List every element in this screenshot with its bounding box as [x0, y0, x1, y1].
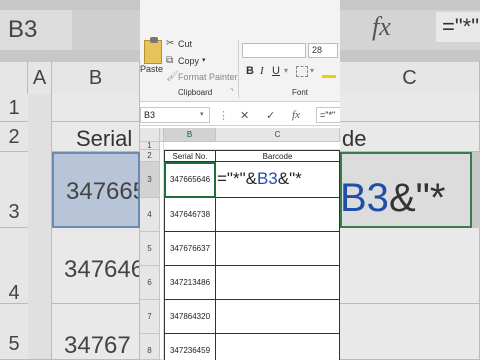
barcode-cell-c8[interactable] — [216, 334, 340, 360]
row-1-cells[interactable] — [164, 142, 340, 150]
bg-name-bar — [72, 10, 140, 50]
underline-button[interactable]: U — [272, 65, 280, 77]
barcode-cell-c5[interactable] — [216, 232, 340, 266]
serial-cell-b5[interactable]: 347676637 — [164, 232, 216, 266]
row-header-1[interactable]: 1 — [140, 142, 160, 150]
bg-row-4: 4 — [0, 228, 28, 304]
serial-cell-b8[interactable]: 347236459 — [164, 334, 216, 360]
barcode-cell-c3[interactable]: ="*"&B3&"* — [216, 162, 340, 198]
cut-button[interactable]: Cut — [178, 39, 192, 49]
formula-input[interactable]: ="*" — [316, 107, 340, 123]
serial-cell-b7[interactable]: 347864320 — [164, 300, 216, 334]
barcode-cell-c7[interactable] — [216, 300, 340, 334]
bg-formula-ref: B3 — [340, 176, 389, 220]
bg-row-3: 3 — [0, 152, 28, 228]
bold-button[interactable]: B — [246, 65, 254, 77]
bg-cell-b3: 347665 — [52, 152, 140, 228]
serial-cell-b6[interactable]: 347213486 — [164, 266, 216, 300]
font-size-box[interactable]: 28 — [308, 43, 338, 58]
bg-row-2: 2 — [0, 122, 28, 152]
more-options-icon[interactable]: ⋮ — [218, 109, 229, 122]
spreadsheet-grid: B C 1 2 3 4 5 6 7 8 Serial No. Barcode 3… — [140, 128, 340, 360]
header-barcode-cell[interactable]: Barcode — [216, 150, 340, 162]
select-all-corner[interactable] — [140, 128, 160, 142]
row-header-5[interactable]: 5 — [140, 232, 160, 266]
bg-cell-c4 — [340, 228, 480, 304]
formula-reference: B3 — [256, 169, 278, 188]
format-painter-icon[interactable]: 🖌 — [166, 71, 179, 82]
bg-formula-zoom: B3&"* — [340, 176, 445, 221]
copy-icon[interactable]: ⧉ — [166, 55, 173, 66]
formula-part-end: &"* — [277, 169, 302, 188]
font-name-box[interactable] — [242, 43, 306, 58]
bg-name-box: B3 — [0, 10, 72, 50]
borders-dropdown-icon[interactable]: ▾ — [310, 66, 314, 75]
row-header-7[interactable]: 7 — [140, 300, 160, 334]
bg-cell-c1 — [340, 94, 480, 122]
clipboard-group-label: Clipboard — [178, 88, 213, 97]
scissors-icon[interactable]: ✂ — [166, 38, 174, 49]
excel-window: Paste ✂ Cut ⧉ Copy ▾ 🖌 Format Painter Cl… — [140, 0, 340, 360]
barcode-cell-c4[interactable] — [216, 198, 340, 232]
bg-cell-c5 — [340, 304, 480, 360]
cancel-icon[interactable]: ✕ — [240, 109, 249, 122]
font-group-label: Font — [292, 88, 309, 97]
bg-header-serial: Serial N — [52, 122, 140, 152]
fill-color-icon[interactable] — [322, 64, 336, 78]
serial-cell-b4[interactable]: 347646738 — [164, 198, 216, 232]
ribbon: Paste ✂ Cut ⧉ Copy ▾ 🖌 Format Painter Cl… — [140, 0, 340, 102]
clipboard-icon[interactable] — [144, 37, 162, 64]
column-header-b[interactable]: B — [164, 128, 216, 142]
enter-check-icon[interactable]: ✓ — [266, 109, 275, 122]
name-box-dropdown-icon[interactable]: ▾ — [200, 110, 204, 118]
bg-formula-suffix: &"* — [388, 176, 446, 220]
format-painter-button[interactable]: Format Painter — [178, 72, 238, 82]
formula-bar: B3 ▾ ⋮ ✕ ✓ fx ="*" — [140, 104, 340, 126]
bg-cell-b5: 34767 — [52, 304, 140, 360]
bg-formula-preview: ="*" — [436, 12, 480, 42]
underline-dropdown-icon[interactable]: ▾ — [284, 66, 288, 75]
bg-col-a-cells — [28, 94, 52, 360]
row-header-4[interactable]: 4 — [140, 198, 160, 232]
italic-button[interactable]: I — [260, 65, 264, 77]
group-separator — [238, 40, 239, 98]
bg-row-5: 5 — [0, 304, 28, 360]
clipboard-launcher-icon[interactable]: ⌝ — [230, 88, 233, 96]
bg-header-code: de — [340, 122, 480, 152]
paste-button[interactable]: Paste — [140, 64, 163, 74]
bg-corner — [0, 62, 28, 94]
row-header-8[interactable]: 8 — [140, 334, 160, 360]
formula-part-start: ="*"& — [217, 169, 257, 188]
fx-icon[interactable]: fx — [292, 109, 300, 121]
bg-cell-b1 — [52, 94, 140, 122]
barcode-cell-c6[interactable] — [216, 266, 340, 300]
bg-fx-icon: fx — [372, 12, 391, 41]
copy-dropdown-caret[interactable]: ▾ — [202, 56, 206, 64]
column-header-c[interactable]: C — [216, 128, 340, 142]
header-serial-cell[interactable]: Serial No. — [164, 150, 216, 162]
serial-cell-b3[interactable]: 347665646 — [164, 162, 216, 198]
bg-cell-b4: 347646 — [52, 228, 140, 304]
row-header-2[interactable]: 2 — [140, 150, 160, 162]
copy-button[interactable]: Copy — [178, 56, 199, 66]
bg-col-a: A — [28, 62, 52, 94]
borders-icon[interactable] — [296, 66, 308, 77]
row-header-3[interactable]: 3 — [140, 162, 160, 198]
bg-col-c: C — [340, 62, 480, 94]
bg-row-1: 1 — [0, 94, 28, 122]
bg-col-b: B — [52, 62, 140, 94]
row-header-6[interactable]: 6 — [140, 266, 160, 300]
